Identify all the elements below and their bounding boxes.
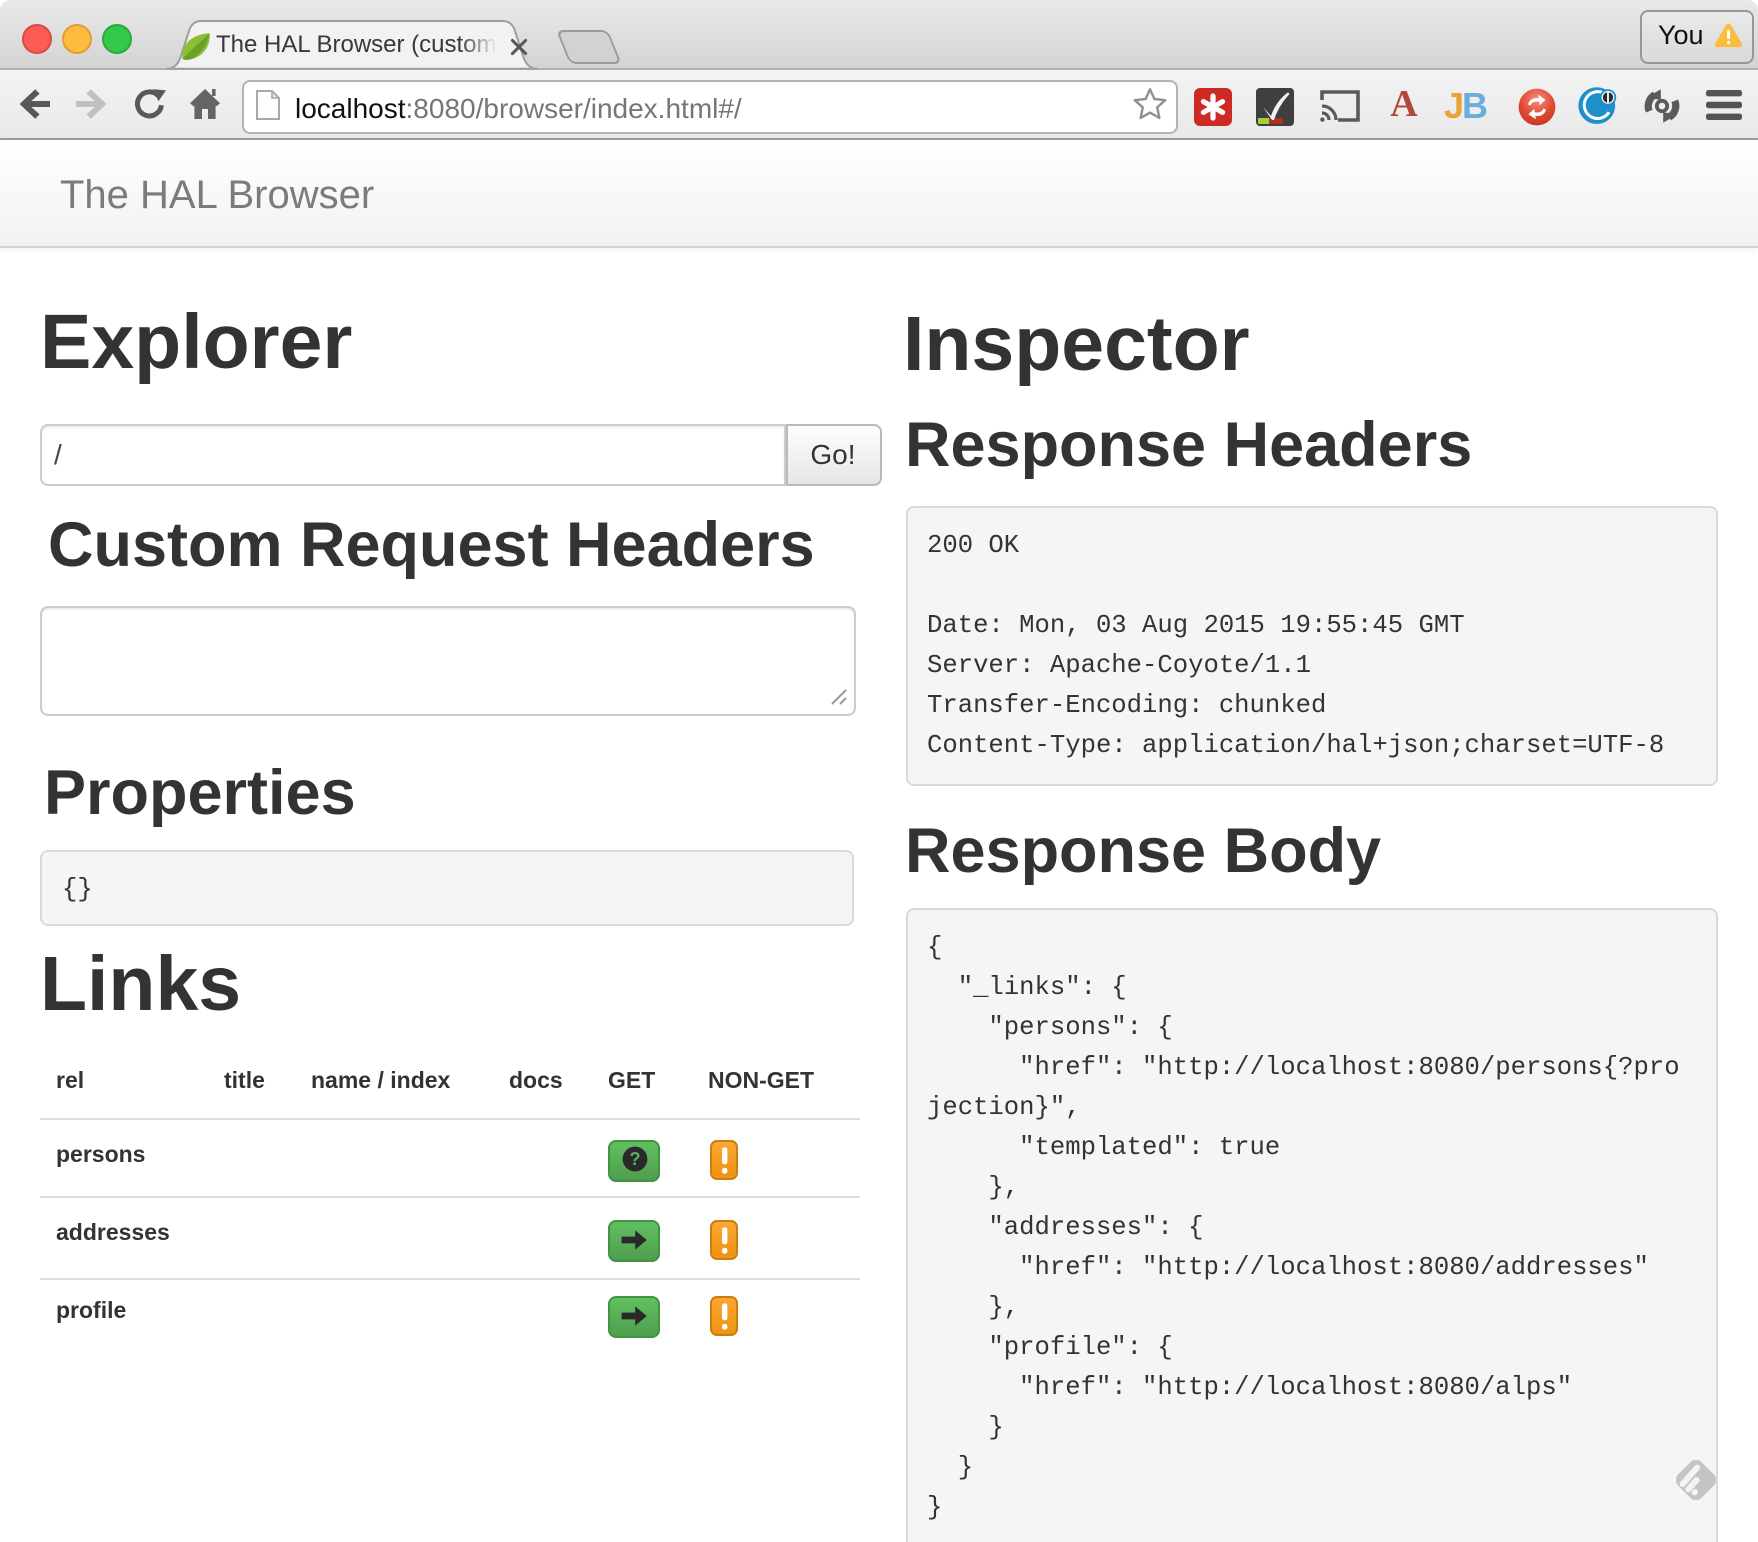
svg-text:?: ? xyxy=(629,1149,640,1169)
